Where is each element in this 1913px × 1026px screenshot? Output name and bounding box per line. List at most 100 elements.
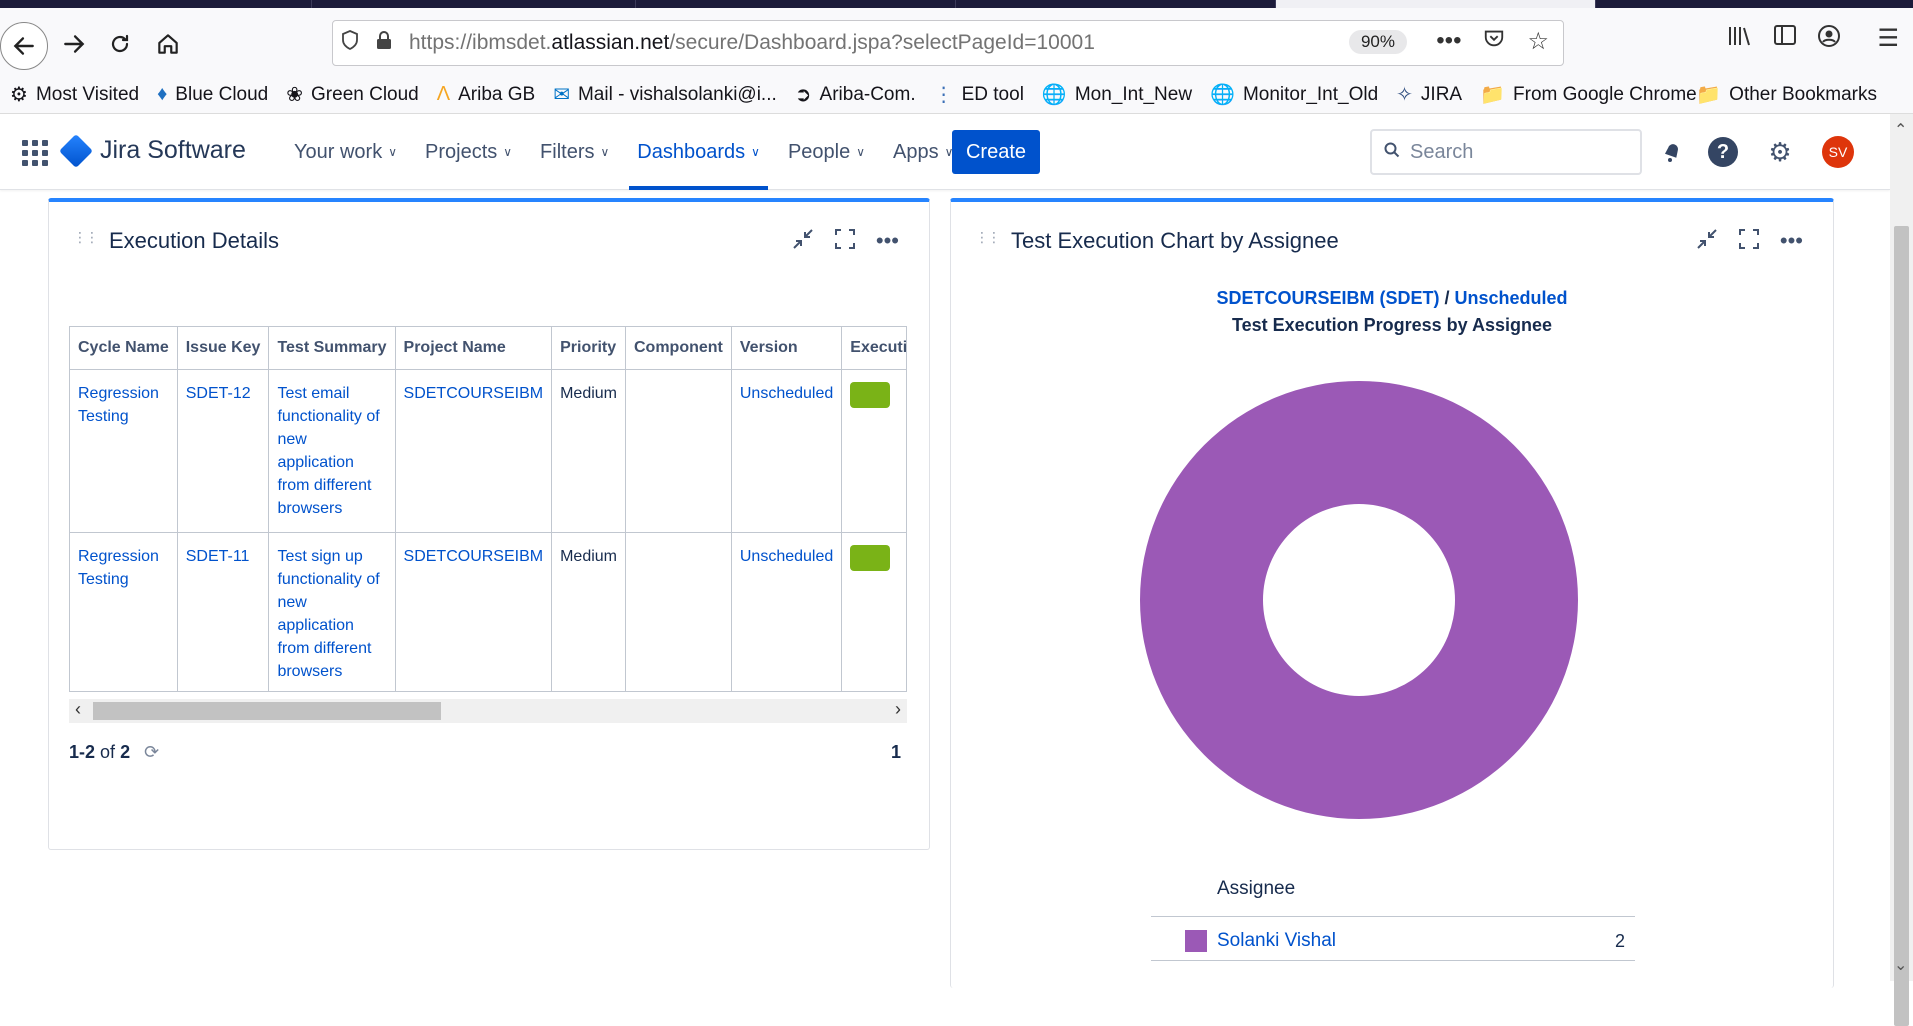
chart-subtitle: Test Execution Progress by Assignee: [1231, 315, 1553, 335]
browser-tab[interactable]: [956, 0, 1276, 8]
version-link[interactable]: Unscheduled: [1455, 288, 1568, 308]
scroll-down-icon[interactable]: ⌄: [1894, 955, 1907, 975]
test-summary-link[interactable]: Test sign up functionality of new applic…: [277, 548, 379, 680]
scroll-up-icon[interactable]: ⌃: [1894, 120, 1907, 140]
bookmark-ed-tool[interactable]: ⋮ ED tool: [934, 82, 1024, 107]
column-header[interactable]: Version: [731, 327, 843, 370]
project-link[interactable]: SDETCOURSEIBM (SDET): [1216, 288, 1439, 308]
create-button[interactable]: Create: [952, 130, 1040, 174]
bookmark-star-icon[interactable]: ☆: [1527, 27, 1549, 56]
page-vertical-scrollbar[interactable]: ⌃ ⌄: [1890, 114, 1913, 1026]
app-switcher-grid-icon[interactable]: [22, 140, 48, 166]
cycle-name-link[interactable]: Regression Testing: [78, 385, 159, 425]
help-icon[interactable]: ?: [1708, 137, 1738, 167]
assignee-chart-gadget: ⋮⋮ Test Execution Chart by Assignee ••• …: [950, 198, 1834, 988]
bookmark-folder-other[interactable]: 📁 Other Bookmarks: [1696, 82, 1877, 107]
browser-tab[interactable]: [312, 0, 636, 8]
maximize-icon[interactable]: [1738, 228, 1760, 256]
menu-dashboards[interactable]: Dashboards ∨: [629, 114, 768, 190]
refresh-icon[interactable]: ⟳: [144, 742, 159, 763]
bookmark-mail[interactable]: ✉ Mail - vishalsolanki@i...: [553, 82, 777, 107]
execution-status-badge[interactable]: [850, 544, 891, 571]
bookmark-most-visited[interactable]: ⚙ Most Visited: [10, 82, 139, 107]
bookmark-ariba-com[interactable]: ➲ Ariba-Com.: [795, 82, 916, 107]
back-button[interactable]: [0, 22, 48, 70]
bookmark-jira[interactable]: ✧ JIRA: [1396, 82, 1462, 107]
reload-button[interactable]: [102, 26, 138, 62]
menu-people[interactable]: People ∨: [780, 114, 873, 190]
bookmark-ariba-gb[interactable]: Λ Ariba GB: [437, 83, 535, 106]
more-options-icon[interactable]: •••: [876, 228, 899, 256]
issue-key-link[interactable]: SDET-11: [186, 548, 250, 565]
lock-icon[interactable]: [367, 30, 401, 56]
column-header[interactable]: Component: [625, 327, 732, 370]
home-button[interactable]: [150, 26, 186, 62]
column-header[interactable]: Issue Key: [177, 327, 270, 370]
minimize-icon[interactable]: [792, 228, 814, 256]
bookmark-blue-cloud[interactable]: ♦ Blue Cloud: [157, 83, 268, 106]
project-name-link[interactable]: SDETCOURSEIBM: [404, 548, 544, 565]
column-header[interactable]: Execution: [841, 327, 906, 370]
scroll-right-icon[interactable]: ›: [895, 699, 901, 720]
maximize-icon[interactable]: [834, 228, 856, 256]
project-name-link[interactable]: SDETCOURSEIBM: [404, 385, 544, 402]
page-actions-icon[interactable]: •••: [1436, 27, 1461, 56]
browser-toolbar: https://ibmsdet.atlassian.net/secure/Das…: [0, 8, 1913, 76]
primary-menu: Your work ∨ Projects ∨ Filters ∨ Dashboards…: [286, 114, 973, 190]
column-header[interactable]: Test Summary: [268, 327, 396, 370]
column-header[interactable]: Priority: [551, 327, 626, 370]
drag-handle-icon[interactable]: ⋮⋮: [73, 230, 99, 244]
settings-gear-icon[interactable]: ⚙: [1762, 134, 1798, 170]
assignee-link[interactable]: Solanki Vishal: [1217, 930, 1336, 952]
scrollbar-thumb[interactable]: [1894, 226, 1909, 1026]
legend-swatch: [1185, 930, 1207, 952]
url-bar[interactable]: https://ibmsdet.atlassian.net/secure/Das…: [332, 20, 1564, 66]
page-number[interactable]: 1: [891, 742, 901, 763]
zoom-level-badge[interactable]: 90%: [1348, 30, 1407, 54]
hamburger-menu-icon[interactable]: ☰: [1877, 24, 1899, 55]
browser-tab[interactable]: [0, 0, 312, 8]
bookmark-folder-google-chrome[interactable]: 📁 From Google Chrome: [1480, 82, 1697, 107]
column-header[interactable]: Cycle Name: [70, 327, 178, 370]
table-horizontal-scrollbar[interactable]: ‹ ›: [69, 699, 907, 723]
menu-projects[interactable]: Projects ∨: [417, 114, 520, 190]
test-summary-link[interactable]: Test email functionality of new applicat…: [277, 385, 379, 517]
more-options-icon[interactable]: •••: [1780, 228, 1803, 256]
donut-chart: [1140, 381, 1578, 819]
notifications-bell-icon[interactable]: [1654, 134, 1690, 170]
drag-handle-icon[interactable]: ⋮⋮: [975, 230, 1001, 244]
globe-icon: 🌐: [1041, 84, 1067, 106]
forward-button[interactable]: [56, 26, 92, 62]
menu-filters[interactable]: Filters ∨: [532, 114, 617, 190]
issue-key-link[interactable]: SDET-12: [186, 385, 251, 402]
minimize-icon[interactable]: [1696, 228, 1718, 256]
sidebar-icon[interactable]: [1773, 24, 1797, 55]
bookmark-mon-int-new[interactable]: 🌐 Mon_Int_New: [1042, 82, 1192, 107]
assignee-count: 2: [1614, 930, 1625, 951]
column-header[interactable]: Project Name: [395, 327, 553, 370]
account-icon[interactable]: [1817, 24, 1841, 55]
pocket-icon[interactable]: [1483, 27, 1505, 56]
execution-status-badge[interactable]: [850, 381, 891, 408]
browser-tab-active[interactable]: [1276, 0, 1596, 8]
version-link[interactable]: Unscheduled: [740, 385, 833, 402]
menu-your-work[interactable]: Your work ∨: [286, 114, 405, 190]
jira-logo[interactable]: Jira Software: [59, 133, 246, 168]
component-cell: [625, 369, 732, 533]
scrollbar-thumb[interactable]: [93, 702, 441, 720]
bookmark-monitor-int-old[interactable]: 🌐 Monitor_Int_Old: [1210, 82, 1378, 107]
search-input[interactable]: [1410, 140, 1610, 164]
browser-tab[interactable]: [636, 0, 956, 8]
search-box[interactable]: [1370, 129, 1642, 175]
library-icon[interactable]: [1727, 24, 1753, 55]
bookmark-green-cloud[interactable]: ❀ Green Cloud: [286, 82, 419, 107]
user-avatar[interactable]: SV: [1822, 136, 1854, 168]
legend-divider: [1151, 960, 1635, 961]
version-link[interactable]: Unscheduled: [740, 548, 833, 565]
shield-icon: ♦: [157, 83, 168, 105]
tracking-shield-icon[interactable]: [333, 30, 367, 56]
menu-apps[interactable]: Apps ∨: [885, 114, 961, 190]
scroll-left-icon[interactable]: ‹: [75, 699, 81, 720]
donut-slice-solanki-vishal[interactable]: [1140, 381, 1578, 819]
cycle-name-link[interactable]: Regression Testing: [78, 548, 159, 588]
